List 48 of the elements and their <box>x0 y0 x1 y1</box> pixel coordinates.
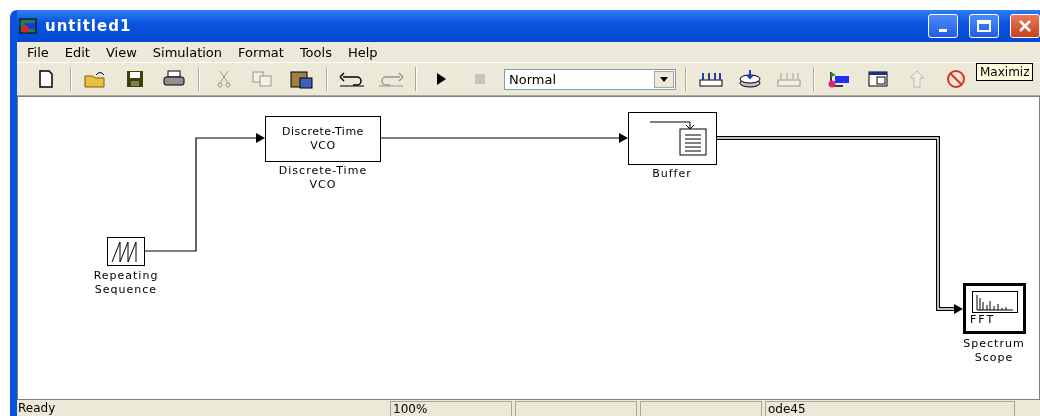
play-icon <box>436 73 446 85</box>
solver-name: ode45 <box>765 401 1015 416</box>
menu-item[interactable]: File <box>19 44 57 60</box>
dropdown-arrow-icon <box>660 76 668 82</box>
status-message: Ready <box>17 401 57 416</box>
diagram-block[interactable] <box>107 237 145 266</box>
block-label: Buffer <box>652 167 692 181</box>
library-icon <box>777 71 801 87</box>
spectrum-icon <box>971 290 1018 313</box>
new-document-icon <box>38 70 54 88</box>
redo-icon <box>378 71 404 87</box>
undo-icon <box>339 71 365 87</box>
block-text: Discrete-Time VCO <box>282 125 364 153</box>
printer-icon <box>163 70 185 88</box>
maximize-icon <box>977 20 991 32</box>
model-browser-icon <box>827 70 851 88</box>
window-icon <box>868 71 888 87</box>
close-icon <box>1019 20 1031 32</box>
block-label: Repeating Sequence <box>93 269 159 297</box>
zoom-level: 100% <box>390 401 512 416</box>
up-arrow-icon <box>909 70 925 88</box>
menu-item[interactable]: Edit <box>56 44 98 60</box>
scissors-icon <box>217 70 231 88</box>
menu-item[interactable]: Tools <box>291 44 340 60</box>
diagram-block[interactable] <box>628 112 717 165</box>
window-title: untitled1 <box>45 17 133 35</box>
menu-item[interactable]: Help <box>339 44 386 60</box>
simulation-mode-dropdown[interactable]: Normal <box>504 68 676 90</box>
diagram-block[interactable]: Discrete-Time VCO <box>265 116 381 162</box>
folder-icon <box>84 70 108 88</box>
menu-item[interactable]: Format <box>230 44 292 60</box>
close-button[interactable] <box>1010 14 1040 38</box>
block-text: FFT <box>969 312 996 327</box>
model-icon <box>19 18 37 34</box>
minimize-icon <box>939 28 947 32</box>
stop-icon <box>475 74 485 84</box>
library-icon <box>699 71 723 87</box>
menu-item[interactable]: View <box>97 44 145 60</box>
block-label: Discrete-Time VCO <box>278 164 368 192</box>
stack-download-icon <box>738 70 762 88</box>
diagram-block[interactable]: FFT <box>963 283 1026 334</box>
tooltip: Maximiz <box>976 63 1034 81</box>
menu-item[interactable]: Simulation <box>144 44 231 60</box>
maximize-button[interactable] <box>969 14 999 38</box>
minimize-button[interactable] <box>928 14 958 38</box>
block-label: Spectrum Scope <box>963 337 1025 365</box>
clipboard-icon <box>290 69 314 89</box>
copy-icon <box>252 70 274 88</box>
